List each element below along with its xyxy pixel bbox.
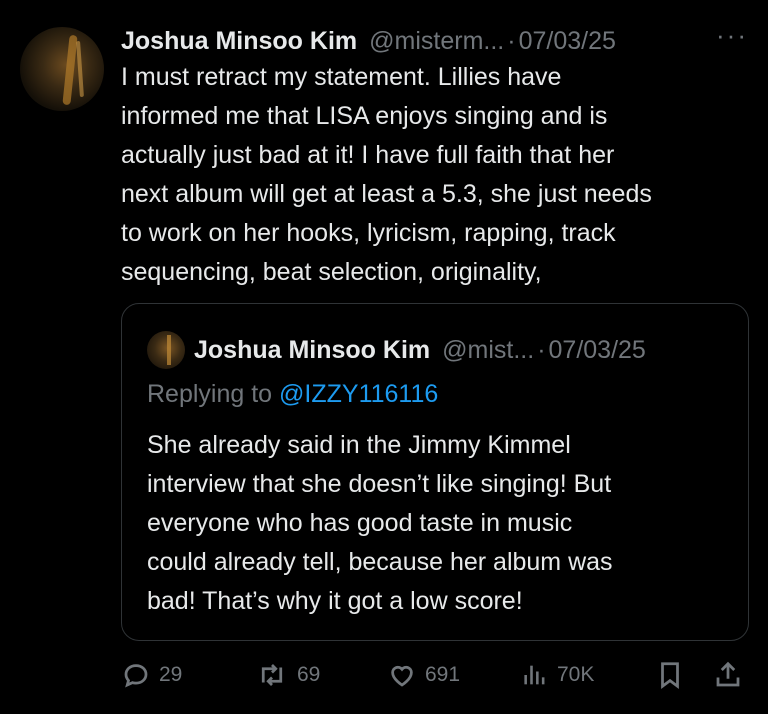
quoted-author-avatar <box>147 331 185 369</box>
author-avatar[interactable] <box>20 27 104 111</box>
bookmark-button[interactable] <box>655 655 685 695</box>
share-icon <box>716 661 740 687</box>
quoted-tweet[interactable]: Joshua Minsoo Kim @mist... · 07/03/25 Re… <box>121 303 749 641</box>
replying-to-label: Replying to <box>147 380 273 408</box>
quoted-text-line: interview that she doesn’t like singing!… <box>147 470 612 498</box>
quoted-text-line: bad! That’s why it got a low score! <box>147 587 523 615</box>
tweet-header: Joshua Minsoo Kim @misterm... · 07/03/25 <box>121 24 748 58</box>
bookmark-icon <box>661 662 679 689</box>
tweet-text-line: informed me that LISA enjoys singing and… <box>121 102 608 130</box>
quoted-author-handle: @mist... <box>442 335 535 364</box>
quoted-tweet-date: 07/03/25 <box>548 335 646 364</box>
repost-icon <box>261 664 283 686</box>
reply-count: 29 <box>159 663 183 686</box>
share-button[interactable] <box>713 655 743 695</box>
tweet-text-line: sequencing, beat selection, originality, <box>121 258 542 286</box>
like-count: 691 <box>425 663 461 686</box>
repost-count: 69 <box>297 663 321 686</box>
separator-dot: · <box>537 335 546 364</box>
quoted-text-line: everyone who has good taste in music <box>147 509 573 537</box>
quoted-tweet-text: She already said in the Jimmy Kimmel int… <box>147 426 613 621</box>
tweet: Joshua Minsoo Kim @misterm... · 07/03/25… <box>0 0 768 714</box>
repost-button[interactable]: 69 <box>255 655 320 695</box>
heart-icon <box>391 665 413 687</box>
tweet-text-line: actually just bad at it! I have full fai… <box>121 141 615 169</box>
tweet-text-line: next album will get at least a 5.3, she … <box>121 180 652 208</box>
author-handle[interactable]: @misterm... <box>369 27 504 56</box>
replying-to: Replying to @IZZY116116 <box>147 380 438 409</box>
views-count: 70K <box>557 663 595 686</box>
reply-icon <box>124 664 148 688</box>
quoted-tweet-header: Joshua Minsoo Kim @mist... · 07/03/25 <box>194 332 646 368</box>
more-options-icon[interactable]: ··· <box>716 20 748 51</box>
tweet-text-line: I must retract my statement. Lillies hav… <box>121 63 562 91</box>
quoted-text-line: could already tell, because her album wa… <box>147 548 613 576</box>
quoted-text-line: She already said in the Jimmy Kimmel <box>147 431 571 459</box>
author-name[interactable]: Joshua Minsoo Kim <box>121 27 357 56</box>
tweet-text-line: to work on her hooks, lyricism, rapping,… <box>121 219 616 247</box>
tweet-text: I must retract my statement. Lillies hav… <box>121 58 751 292</box>
quoted-author-name: Joshua Minsoo Kim <box>194 335 431 364</box>
views-icon <box>524 665 545 685</box>
views-button[interactable]: 70K <box>521 655 594 695</box>
reply-mention-link[interactable]: @IZZY116116 <box>279 380 438 408</box>
action-bar: 29 69 691 70K <box>121 655 751 695</box>
tweet-date[interactable]: 07/03/25 <box>519 27 616 56</box>
like-button[interactable]: 691 <box>387 655 460 695</box>
reply-button[interactable]: 29 <box>121 655 182 695</box>
separator-dot: · <box>507 26 516 55</box>
